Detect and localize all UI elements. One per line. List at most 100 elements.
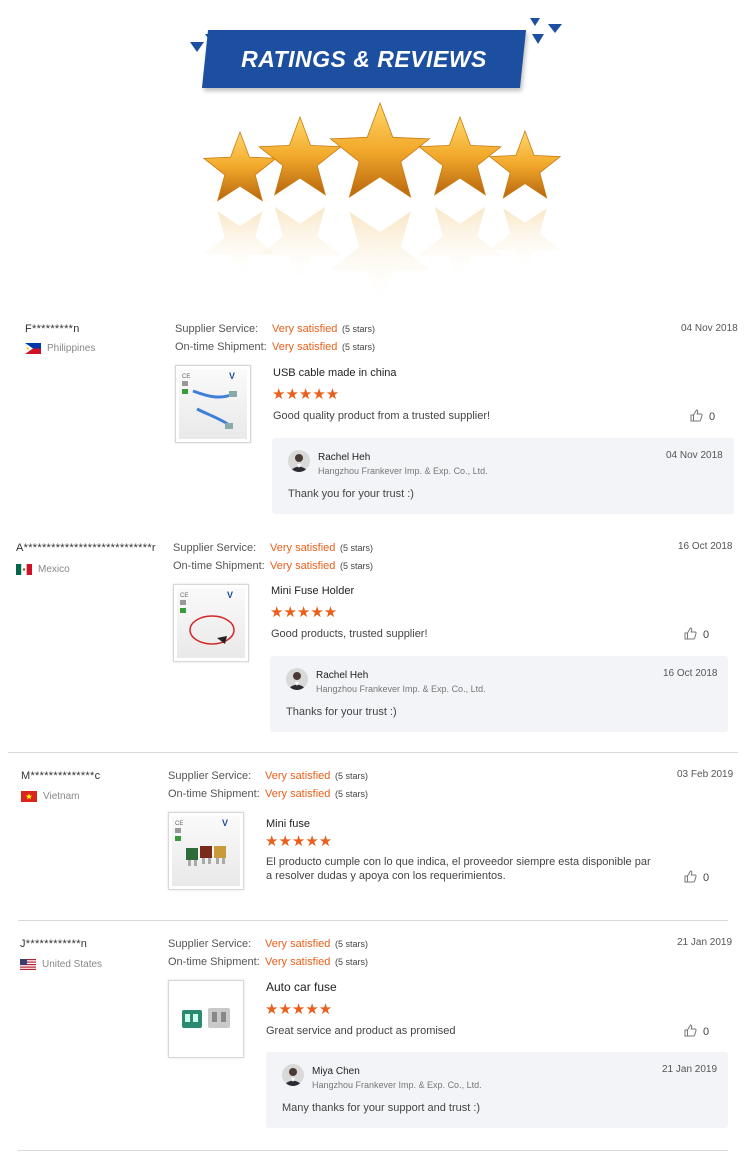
ratings-banner: RATINGS & REVIEWS (0, 0, 750, 100)
product-title[interactable]: Mini fuse (266, 818, 310, 830)
reply-company: Hangzhou Frankever Imp. & Exp. Co., Ltd. (312, 1080, 482, 1090)
svg-text:CE: CE (182, 374, 190, 380)
shipment-value: Very satisfied (270, 560, 336, 572)
us-flag-icon (20, 959, 36, 970)
mexico-flag-icon (16, 564, 32, 575)
divider (18, 1150, 728, 1151)
supplier-reply: Miya Chen Hangzhou Frankever Imp. & Exp.… (266, 1052, 728, 1128)
like-button[interactable]: 0 (684, 627, 709, 643)
svg-text:V: V (227, 590, 233, 600)
triangle-decoration (530, 18, 540, 26)
product-thumbnail[interactable] (168, 980, 244, 1058)
shipment-label: On-time Shipment: (168, 788, 260, 800)
rating-stars: ★★★★★ (265, 833, 333, 850)
shipment-label: On-time Shipment: (168, 956, 260, 968)
supplier-service-row: Supplier Service: Very satisfied (5 star… (173, 542, 373, 554)
svg-text:V: V (222, 818, 228, 828)
mini-fuse-image: CE V (175, 818, 228, 866)
gold-star-icon (258, 115, 342, 196)
review-comment-line: El producto cumple con lo que indica, el… (266, 856, 651, 868)
like-button[interactable]: 0 (684, 870, 709, 886)
shipment-row: On-time Shipment: Very satisfied (5 star… (175, 341, 375, 353)
avatar (282, 1064, 304, 1086)
thumbs-up-icon (690, 409, 703, 425)
triangle-decoration (190, 42, 204, 52)
product-title[interactable]: Auto car fuse (266, 980, 337, 994)
page-title: RATINGS & REVIEWS (241, 45, 487, 72)
reviewer-name: F*********n (25, 323, 80, 335)
shipment-label: On-time Shipment: (175, 341, 267, 353)
reply-author-name: Miya Chen (312, 1066, 360, 1077)
shipment-value: Very satisfied (265, 788, 331, 800)
supplier-service-value: Very satisfied (265, 770, 331, 782)
svg-text:CE: CE (180, 593, 188, 599)
review-comment: El producto cumple con lo que indica, el… (266, 855, 651, 883)
like-count: 0 (703, 629, 710, 641)
shipment-row: On-time Shipment: Very satisfied (5 star… (173, 560, 373, 572)
review-date: 04 Nov 2018 (681, 323, 738, 334)
country-name: Mexico (38, 564, 70, 575)
supplier-service-stars: (5 stars) (342, 324, 376, 334)
shipment-row: On-time Shipment: Very satisfied (5 star… (168, 788, 368, 800)
product-thumbnail[interactable]: CE V (173, 584, 249, 662)
star-reflection (330, 211, 430, 305)
shipment-stars: (5 stars) (335, 789, 369, 799)
supplier-service-stars: (5 stars) (335, 771, 369, 781)
supplier-service-label: Supplier Service: (168, 770, 252, 782)
svg-text:CE: CE (175, 821, 183, 827)
review-item: M**************c Vietnam Supplier Servic… (0, 762, 750, 912)
gold-star-icon (202, 130, 278, 202)
supplier-service-row: Supplier Service: Very satisfied (5 star… (175, 323, 375, 335)
reviewer-country: Philippines (25, 343, 95, 354)
review-comment: Good products, trusted supplier! (271, 628, 428, 640)
reviewer-name: A****************************r (16, 542, 156, 554)
supplier-service-value: Very satisfied (272, 323, 338, 335)
auto-fuse-image (182, 1008, 230, 1028)
product-thumbnail[interactable]: CE V (168, 812, 244, 890)
avatar (286, 668, 308, 690)
rating-stars: ★★★★★ (265, 1001, 333, 1018)
review-comment: Great service and product as promised (266, 1025, 456, 1037)
usb-cable-image: CE V (182, 371, 237, 429)
thumbs-up-icon (684, 627, 697, 643)
reviewer-name: J************n (20, 938, 88, 950)
product-title[interactable]: Mini Fuse Holder (271, 585, 354, 597)
product-thumbnail[interactable]: CE V (175, 365, 251, 443)
review-date: 21 Jan 2019 (677, 937, 733, 948)
supplier-service-row: Supplier Service: Very satisfied (5 star… (168, 770, 368, 782)
product-title[interactable]: USB cable made in china (273, 367, 397, 379)
rating-stars: ★★★★★ (270, 604, 338, 621)
divider (8, 752, 738, 753)
review-item: F*********n Philippines Supplier Service… (0, 315, 750, 525)
gold-star-icon (418, 115, 502, 196)
supplier-service-stars: (5 stars) (340, 543, 374, 553)
reply-date: 04 Nov 2018 (666, 450, 723, 461)
reviewer-country: Vietnam (21, 791, 80, 802)
like-button[interactable]: 0 (690, 409, 715, 425)
reviewer-country: United States (20, 959, 102, 970)
shipment-row: On-time Shipment: Very satisfied (5 star… (168, 956, 368, 968)
like-count: 0 (709, 411, 716, 423)
reply-date: 16 Oct 2018 (663, 668, 718, 679)
like-button[interactable]: 0 (684, 1024, 709, 1040)
supplier-service-label: Supplier Service: (168, 938, 252, 950)
gold-star-icon (329, 101, 431, 199)
like-count: 0 (703, 872, 710, 884)
shipment-stars: (5 stars) (342, 342, 376, 352)
review-item: A****************************r Mexico Su… (0, 534, 750, 744)
review-comment: Good quality product from a trusted supp… (273, 410, 491, 422)
triangle-decoration (532, 34, 544, 44)
fuse-holder-image: CE V (180, 590, 235, 645)
country-name: Philippines (47, 343, 96, 354)
star-reflection (419, 206, 501, 285)
thumbs-up-icon (684, 870, 697, 886)
reply-text: Thanks for your trust :) (286, 706, 397, 718)
vietnam-flag-icon (21, 791, 37, 802)
five-star-hero-graphic (202, 101, 562, 305)
star-reflection (203, 211, 277, 281)
reply-text: Thank you for your trust :) (288, 488, 414, 500)
country-name: Vietnam (43, 791, 80, 802)
supplier-service-value: Very satisfied (270, 542, 336, 554)
philippines-flag-icon (25, 343, 41, 354)
shipment-stars: (5 stars) (335, 957, 369, 967)
